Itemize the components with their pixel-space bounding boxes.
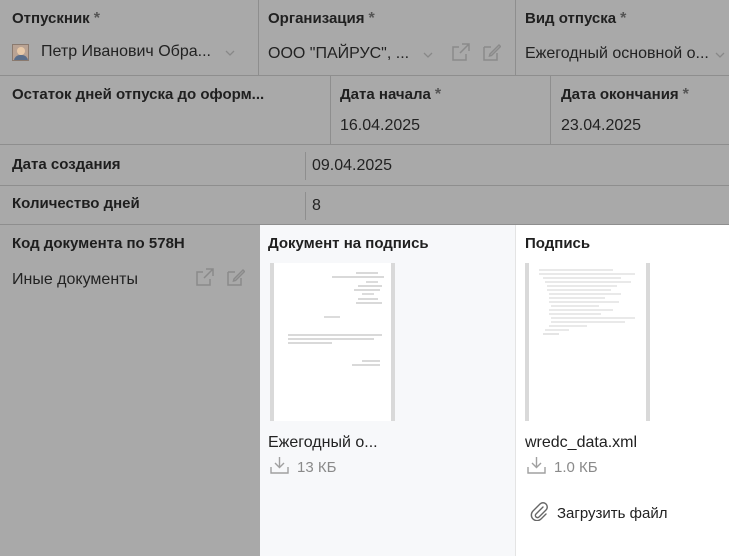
signature-file-name[interactable]: wredc_data.xml (525, 434, 637, 452)
doc-code-label: Код документа по 578Н (12, 235, 185, 252)
days-count-label: Количество дней (12, 195, 140, 212)
required-mark: * (93, 10, 100, 27)
remaining-days-label: Остаток дней отпуска до оформ... (12, 86, 265, 103)
required-mark: * (682, 86, 689, 103)
upload-file-label: Загрузить файл (557, 504, 668, 522)
document-size-value: 13 КБ (297, 458, 337, 476)
organization-label: Организация (268, 10, 365, 27)
remaining-days-field: Остаток дней отпуска до оформ... (12, 86, 322, 104)
document-file-name[interactable]: Ежегодный о... (268, 434, 378, 452)
chevron-down-icon[interactable] (423, 45, 433, 63)
start-date-input[interactable]: 16.04.2025 (340, 117, 540, 135)
employee-label: Отпускник (12, 10, 90, 27)
end-date-label: Дата окончания (561, 86, 679, 103)
chevron-down-icon[interactable] (225, 43, 235, 61)
required-mark: * (620, 10, 627, 27)
created-date-label: Дата создания (12, 156, 121, 173)
employee-field: Отпускник * Петр Иванович Обра... (12, 10, 252, 70)
edit-icon[interactable] (483, 43, 501, 61)
signature-file-size: 1.0 КБ (527, 456, 598, 478)
leave-type-label: Вид отпуска (525, 10, 617, 27)
organization-select[interactable]: ООО "ПАЙРУС", ... (268, 45, 433, 63)
employee-select[interactable]: Петр Иванович Обра... (12, 43, 242, 61)
avatar (12, 43, 29, 61)
divider (515, 0, 516, 75)
open-external-icon[interactable] (196, 268, 214, 286)
download-icon[interactable] (527, 456, 546, 478)
document-panel-title: Документ на подпись (268, 235, 429, 252)
divider (550, 76, 551, 144)
leave-type-select[interactable]: Ежегодный основной о... (525, 45, 725, 63)
end-date-field: Дата окончания * 23.04.2025 (561, 86, 729, 135)
document-thumbnail[interactable] (270, 263, 395, 421)
download-icon[interactable] (270, 456, 289, 478)
organization-field: Организация * ООО "ПАЙРУС", ... (268, 10, 508, 70)
upload-file-button[interactable]: Загрузить файл (530, 501, 667, 525)
paperclip-icon (530, 501, 548, 525)
signature-thumbnail[interactable] (525, 263, 650, 421)
document-panel: Документ на подпись Ежегодный о... 13 КБ (260, 225, 515, 556)
divider (330, 76, 331, 144)
edit-icon[interactable] (227, 268, 245, 286)
other-docs-label: Иные документы (12, 271, 138, 288)
leave-type-value: Ежегодный основной о... (525, 45, 709, 62)
end-date-input[interactable]: 23.04.2025 (561, 117, 729, 135)
chevron-down-icon[interactable] (715, 45, 725, 63)
signature-panel-title: Подпись (525, 235, 591, 252)
required-mark: * (368, 10, 375, 27)
divider (515, 225, 516, 556)
document-file-size: 13 КБ (270, 456, 336, 478)
open-external-icon[interactable] (452, 43, 470, 61)
divider (0, 185, 729, 186)
organization-value: ООО "ПАЙРУС", ... (268, 45, 410, 62)
required-mark: * (434, 86, 442, 103)
divider (0, 75, 729, 76)
divider (258, 0, 259, 75)
start-date-field: Дата начала * 16.04.2025 (340, 86, 540, 135)
start-date-label: Дата начала (340, 86, 431, 103)
divider (305, 152, 306, 180)
employee-value: Петр Иванович Обра... (41, 43, 211, 60)
divider (305, 192, 306, 220)
signature-size-value: 1.0 КБ (554, 458, 598, 476)
divider (0, 144, 729, 145)
days-count-value: 8 (312, 197, 321, 214)
signature-panel: Подпись wredc_data.xml 1.0 КБ Загрузить … (515, 225, 729, 556)
leave-type-field: Вид отпуска * Ежегодный основной о... (525, 10, 729, 70)
created-date-value: 09.04.2025 (312, 157, 393, 174)
